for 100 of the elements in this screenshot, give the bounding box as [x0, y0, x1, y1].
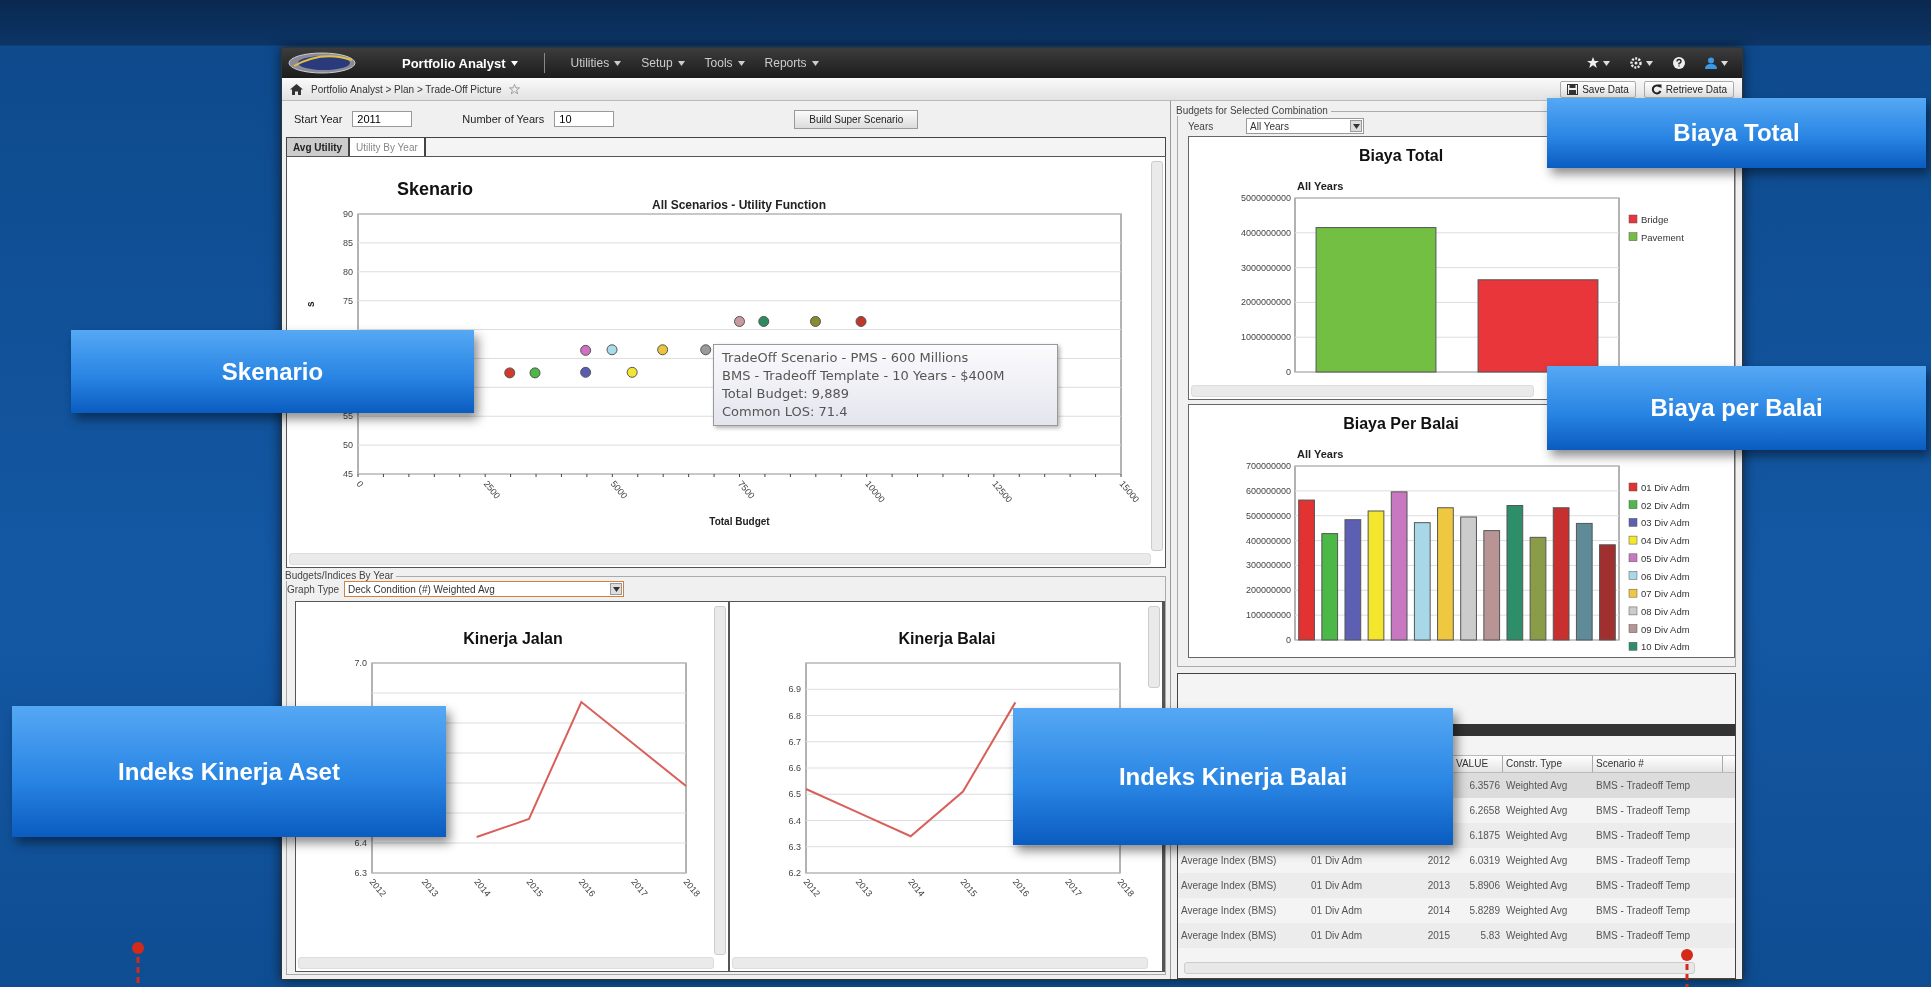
chart-heading: Biaya Total: [1358, 147, 1444, 164]
data-point[interactable]: [700, 344, 712, 356]
caret-icon: [612, 586, 620, 592]
chart-subtitle: All Years: [1297, 448, 1344, 460]
menu-item[interactable]: Utilities: [562, 52, 630, 74]
axis-label: 0: [1286, 635, 1291, 645]
menu-item[interactable]: Setup: [633, 52, 693, 74]
data-point[interactable]: [606, 344, 618, 356]
axis-label: 0: [1286, 367, 1291, 377]
callout: Skenario: [71, 330, 474, 413]
bar[interactable]: [1413, 522, 1431, 641]
logo-icon[interactable]: [288, 52, 356, 74]
chart-subtitle: All Years: [1297, 180, 1344, 192]
table-cell: 6.0319: [1469, 855, 1500, 866]
scrollbar[interactable]: [289, 553, 1151, 565]
data-point[interactable]: [626, 366, 638, 378]
table-cell: BMS - Tradeoff Temp: [1596, 780, 1691, 791]
axis-label: 6.5: [788, 789, 801, 800]
axis-label: 4000000000: [1240, 227, 1291, 238]
bar[interactable]: [1552, 507, 1570, 641]
table-cell: 5.8906: [1469, 880, 1500, 891]
caret-icon: [614, 60, 622, 66]
input-field[interactable]: 10: [554, 111, 615, 127]
axis-label: 6.4: [354, 838, 367, 848]
star-outline-icon[interactable]: [509, 83, 521, 95]
build-button[interactable]: Build Super Scenario: [794, 109, 919, 129]
bar[interactable]: [1506, 505, 1524, 641]
data-point[interactable]: [580, 344, 592, 356]
axis-label: 85: [343, 237, 353, 248]
column-header[interactable]: Constr. Type: [1506, 758, 1562, 769]
toolbar-button[interactable]: Retrieve Data: [1643, 80, 1734, 98]
field-label: Years: [1188, 120, 1215, 132]
scrollbar[interactable]: [1184, 962, 1695, 974]
data-point[interactable]: [504, 367, 516, 379]
table-cell: Weighted Avg: [1506, 855, 1568, 866]
data-point[interactable]: [810, 315, 821, 327]
table-cell: Average Index (BMS): [1181, 930, 1277, 941]
axis-label: 6.8: [788, 710, 801, 721]
chart-heading: Kinerja Jalan: [463, 630, 563, 647]
table-cell: 2015: [1427, 930, 1450, 941]
legend-label: 08 Div Adm: [1641, 605, 1690, 617]
table-cell: BMS - Tradeoff Temp: [1596, 830, 1691, 841]
column-header[interactable]: VALUE: [1456, 758, 1489, 769]
chart-heading: Biaya Per Balai: [1343, 415, 1459, 432]
table-cell: Weighted Avg: [1506, 805, 1568, 816]
data-point[interactable]: [734, 315, 745, 327]
table-cell: BMS - Tradeoff Temp: [1596, 805, 1691, 816]
bar[interactable]: [1437, 507, 1454, 641]
column-header[interactable]: Scenario #: [1596, 758, 1644, 769]
bar[interactable]: [1483, 530, 1501, 641]
bar[interactable]: [1460, 516, 1477, 641]
bar[interactable]: [1344, 519, 1362, 641]
data-point[interactable]: [580, 366, 592, 378]
axis-label: 7.0: [354, 658, 367, 668]
menu-item[interactable]: Portfolio Analyst: [394, 51, 526, 75]
tooltip-line: Total Budget: 9,889: [722, 385, 850, 403]
scrollbar[interactable]: [1151, 161, 1163, 551]
scrollbar[interactable]: [1148, 606, 1160, 688]
tooltip-line: BMS - Tradeoff Template - 10 Years - $400M: [722, 367, 1006, 385]
chart-heading: Skenario: [397, 179, 474, 199]
scrollbar[interactable]: [298, 957, 714, 969]
refresh-icon: [1650, 83, 1662, 95]
axis-label: 6.9: [788, 684, 801, 695]
table-cell: Weighted Avg: [1506, 780, 1568, 791]
bar[interactable]: [1367, 510, 1385, 641]
bar[interactable]: [1575, 522, 1593, 641]
graph-type-dropdown[interactable]: Deck Condition (#) Weighted Avg: [344, 581, 624, 597]
axis-label: 55: [343, 411, 353, 422]
axis-label: 50: [343, 440, 353, 451]
tab[interactable]: Utility By Year: [350, 138, 426, 156]
menu-item[interactable]: Reports: [756, 52, 827, 74]
home-icon[interactable]: [290, 83, 303, 95]
axis-label: 3000000000: [1240, 262, 1291, 273]
scrollbar[interactable]: [1191, 385, 1534, 397]
legend-label: 03 Div Adm: [1641, 517, 1690, 529]
bar[interactable]: [1321, 533, 1339, 641]
input-field[interactable]: 2011: [352, 111, 413, 127]
tab[interactable]: Avg Utility: [287, 138, 351, 156]
axis-label: 6.2: [788, 868, 801, 878]
data-point[interactable]: [657, 344, 669, 356]
years-dropdown[interactable]: All Years: [1246, 118, 1364, 134]
scrollbar[interactable]: [714, 606, 726, 955]
axis-label: 90: [343, 209, 353, 219]
bar[interactable]: [1529, 536, 1547, 641]
scrollbar[interactable]: [732, 957, 1148, 969]
callout: Biaya per Balai: [1547, 366, 1926, 450]
data-point[interactable]: [855, 315, 867, 327]
axis-label: 400000000: [1245, 535, 1291, 546]
axis-label: 80: [343, 266, 353, 277]
axis-label: 75: [343, 295, 353, 306]
callout: Biaya Total: [1547, 98, 1926, 168]
bar[interactable]: [1390, 491, 1408, 641]
table-cell: 5.8289: [1469, 905, 1500, 916]
axis-label: 0: [354, 478, 366, 490]
data-point[interactable]: [758, 315, 770, 327]
data-point[interactable]: [529, 367, 541, 379]
menu-item[interactable]: Tools: [696, 52, 753, 74]
toolbar-button[interactable]: Save Data: [1560, 80, 1636, 98]
axis-label: 100000000: [1245, 610, 1291, 621]
table-cell: Average Index (BMS): [1181, 855, 1277, 866]
